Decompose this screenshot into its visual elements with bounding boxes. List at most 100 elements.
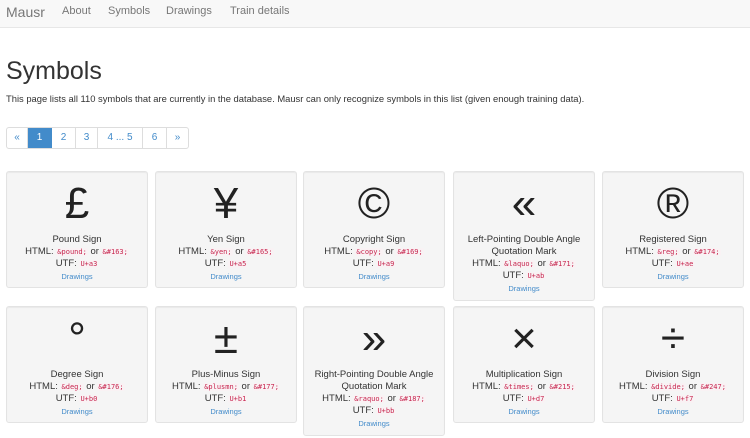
or-label: or [537, 258, 546, 269]
symbol-name: Plus-Minus Sign [191, 369, 261, 380]
symbol-card[interactable]: ° Degree Sign HTML: &deg; or &#176; UTF: U+… [6, 306, 148, 423]
symbol-name: Registered Sign [639, 234, 707, 245]
symbol-card[interactable]: £ Pound Sign HTML: &pound; or &#163; UTF: U… [6, 171, 148, 288]
drawings-link[interactable]: Drawings [657, 271, 688, 282]
drawings-link[interactable]: Drawings [508, 283, 539, 294]
drawings-link[interactable]: Drawings [508, 406, 539, 417]
symbol-glyph[interactable]: © [358, 174, 390, 234]
nav-train-details[interactable]: Train details [230, 5, 290, 17]
symbol-glyph[interactable]: ® [657, 174, 689, 234]
drawings-link[interactable]: Drawings [210, 406, 241, 417]
page-title: Symbols [6, 57, 102, 85]
pagination-page-6[interactable]: 6 [143, 128, 167, 148]
utf-label: UTF: [651, 393, 673, 404]
symbol-card[interactable]: × Multiplication Sign HTML: &times; or &#2… [453, 306, 595, 423]
symbol-card[interactable]: © Copyright Sign HTML: &copy; or &#169; UTF… [303, 171, 445, 288]
symbol-glyph[interactable]: » [362, 309, 386, 369]
html-label: HTML: [29, 381, 58, 392]
utf-value: U+d7 [526, 395, 546, 403]
html-label: HTML: [324, 246, 353, 257]
utf-code: UTF: U+a5 [205, 258, 248, 270]
utf-value: U+b1 [228, 395, 248, 403]
html-numeric: &#215; [548, 383, 576, 391]
utf-code: UTF: U+a9 [353, 258, 396, 270]
symbol-card[interactable]: ± Plus-Minus Sign HTML: &plusmn; or &#177;… [155, 306, 297, 423]
html-label: HTML: [172, 381, 201, 392]
html-label: HTML: [619, 381, 648, 392]
symbol-glyph[interactable]: ± [214, 309, 238, 369]
html-numeric: &#187; [398, 395, 426, 403]
html-codes: HTML: &copy; or &#169; [324, 246, 424, 258]
pagination-page-3[interactable]: 3 [76, 128, 98, 148]
nav-about[interactable]: About [62, 5, 91, 17]
utf-value: U+f7 [675, 395, 695, 403]
drawings-link[interactable]: Drawings [358, 271, 389, 282]
html-label: HTML: [472, 381, 501, 392]
html-entity: &yen; [209, 248, 233, 256]
pagination: « 1 2 3 4 ... 5 6 » [6, 127, 189, 149]
utf-label: UTF: [502, 270, 524, 281]
html-numeric: &#165; [246, 248, 274, 256]
brand-logo[interactable]: Mausr [6, 4, 45, 20]
drawings-link[interactable]: Drawings [61, 271, 92, 282]
or-label: or [86, 381, 95, 392]
symbol-glyph[interactable]: × [511, 309, 537, 369]
drawings-link[interactable]: Drawings [657, 406, 688, 417]
utf-label: UTF: [204, 258, 226, 269]
html-entity: &pound; [56, 248, 88, 256]
nav-symbols[interactable]: Symbols [108, 5, 150, 17]
utf-label: UTF: [55, 393, 77, 404]
utf-value: U+bb [376, 407, 396, 415]
symbol-card[interactable]: «Left-Pointing Double Angle Quotation Ma… [453, 171, 595, 301]
pagination-page-1[interactable]: 1 [28, 128, 52, 148]
utf-label: UTF: [55, 258, 77, 269]
symbol-glyph[interactable]: « [512, 174, 536, 234]
or-label: or [241, 381, 250, 392]
html-entity: &copy; [355, 248, 383, 256]
symbol-glyph[interactable]: ÷ [661, 309, 685, 369]
utf-value: U+b0 [79, 395, 99, 403]
html-numeric: &#169; [396, 248, 424, 256]
html-numeric: &#247; [699, 383, 727, 391]
pagination-page-4-5[interactable]: 4 ... 5 [98, 128, 143, 148]
utf-code: UTF: U+b1 [205, 393, 248, 405]
pagination-next[interactable]: » [167, 128, 188, 148]
utf-code: UTF: U+a3 [56, 258, 99, 270]
utf-code: UTF: U+b0 [56, 393, 99, 405]
drawings-link[interactable]: Drawings [358, 418, 389, 429]
utf-label: UTF: [204, 393, 226, 404]
symbol-name: Yen Sign [207, 234, 245, 245]
navbar: Mausr About Symbols Drawings Train detai… [0, 0, 750, 28]
symbol-card[interactable]: » Right-Pointing Double Angle Quotation M… [303, 306, 445, 436]
symbol-glyph[interactable]: ¥ [214, 174, 238, 234]
utf-label: UTF: [502, 393, 524, 404]
html-numeric: &#163; [101, 248, 129, 256]
html-codes: HTML: &pound; or &#163; [25, 246, 129, 258]
utf-label: UTF: [352, 258, 374, 269]
symbol-card[interactable]: ® Registered Sign HTML: &reg; or &#174; UTF… [602, 171, 744, 288]
html-codes: HTML: &times; or &#215; [472, 381, 576, 393]
html-numeric: &#176; [97, 383, 125, 391]
symbol-name: Copyright Sign [342, 234, 406, 245]
symbol-glyph[interactable]: ° [68, 309, 86, 369]
utf-label: UTF: [352, 405, 374, 416]
drawings-link[interactable]: Drawings [210, 271, 241, 282]
utf-value: U+a9 [376, 260, 396, 268]
utf-code: UTF: U+bb [353, 405, 396, 417]
nav-drawings[interactable]: Drawings [166, 5, 212, 17]
pagination-prev[interactable]: « [7, 128, 28, 148]
html-label: HTML: [625, 246, 654, 257]
drawings-link[interactable]: Drawings [61, 406, 92, 417]
html-entity: &times; [503, 383, 535, 391]
or-label: or [682, 246, 691, 257]
html-entity: &reg; [656, 248, 680, 256]
symbol-glyph[interactable]: £ [65, 174, 89, 234]
symbol-card[interactable]: ÷ Division Sign HTML: &divide; or &#247; UT… [602, 306, 744, 423]
pagination-page-2[interactable]: 2 [52, 128, 76, 148]
html-numeric: &#171; [548, 260, 576, 268]
symbol-card[interactable]: ¥ Yen Sign HTML: &yen; or &#165; UTF: U+a5 D… [155, 171, 297, 288]
symbol-name: Pound Sign [52, 234, 102, 245]
symbol-name: Degree Sign [50, 369, 104, 380]
html-codes: HTML: &divide; or &#247; [619, 381, 727, 393]
utf-value: U+ae [675, 260, 695, 268]
